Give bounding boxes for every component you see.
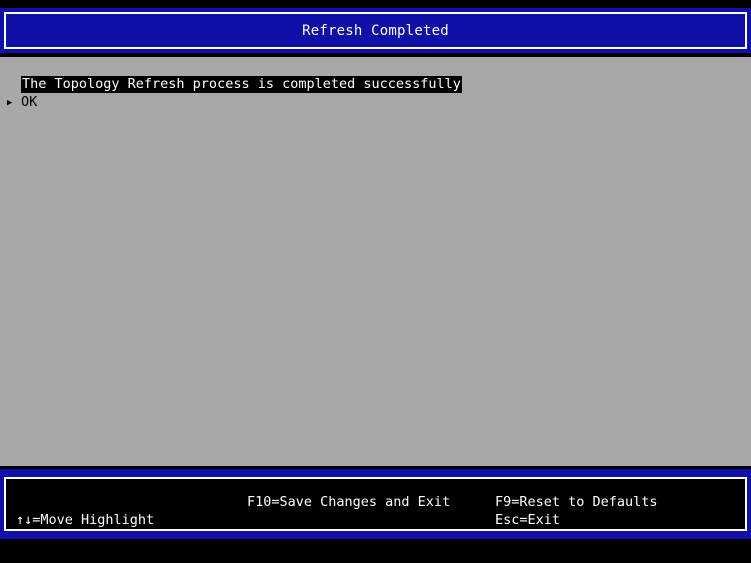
ok-option-label: OK [21,94,38,110]
move-highlight-hint: ↑↓=Move Highlight [16,512,155,528]
header-frame: Refresh Completed [4,12,747,49]
reset-defaults-hint: F9=Reset to Defaults [495,494,658,510]
page-title: Refresh Completed [302,22,449,39]
footer-frame: ↑↓=Move Highlight F10=Save Changes and E… [4,477,747,531]
selection-arrow-icon: ▶ [7,97,13,108]
footer-bar: ↑↓=Move Highlight F10=Save Changes and E… [0,469,751,539]
main-panel: The Topology Refresh process is complete… [0,57,751,466]
status-message: The Topology Refresh process is complete… [21,76,462,93]
esc-exit-hint: Esc=Exit [495,512,561,528]
header-bar: Refresh Completed [0,8,751,53]
save-exit-hint: F10=Save Changes and Exit [247,494,451,510]
ok-option[interactable]: ▶ OK [7,94,37,111]
